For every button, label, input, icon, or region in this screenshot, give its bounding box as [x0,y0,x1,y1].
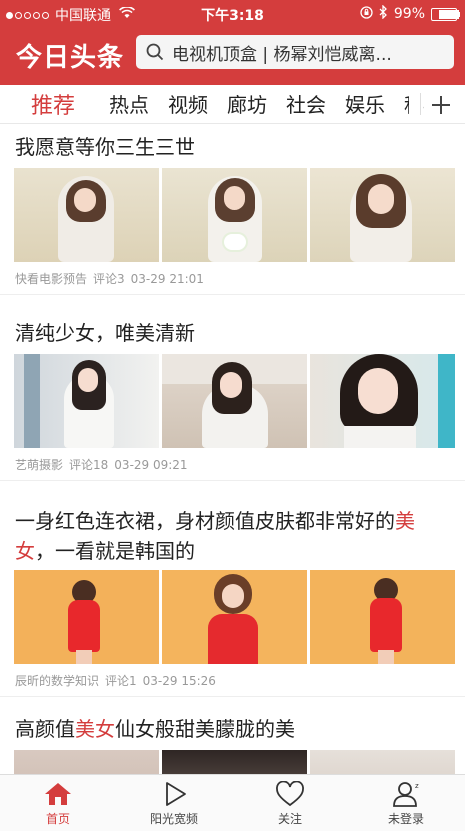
article-image [14,750,159,774]
user-icon: z [393,782,419,807]
article-comments: 评论1 [105,674,137,688]
category-tabs: 推荐 热点 视频 廊坊 社会 娱乐 科 [0,85,465,124]
article-image [162,750,307,774]
tab-hot[interactable]: 热点 [109,89,149,118]
photo-subject [344,426,416,448]
photo-bouquet [224,234,246,250]
photo-face [78,368,98,392]
photo-dress [68,600,100,652]
tab-langfang[interactable]: 廊坊 [227,89,267,118]
article-image [162,570,307,664]
article-image [310,750,455,774]
tabbar-label: 阳光宽频 [149,812,198,826]
article-images [14,750,455,774]
article-meta: 辰昕的数学知识 评论1 03-29 15:26 [15,672,222,689]
battery-icon [431,7,460,21]
article-source[interactable]: 辰昕的数学知识 [15,674,99,688]
article-title: 高颜值美女仙女般甜美朦胧的美 [15,714,453,744]
divider [0,294,465,295]
tab-separator [420,93,421,115]
heart-icon [276,781,304,807]
article-image [162,168,307,262]
tabbar-home[interactable]: 首页 [0,775,116,831]
search-hint: 电视机顶盒 | 杨幂刘恺威离... [172,44,392,65]
search-bar[interactable]: 电视机顶盒 | 杨幂刘恺威离... [136,35,454,69]
photo-face [74,188,96,212]
tabbar-profile[interactable]: z 未登录 [348,775,464,831]
app-header: 中国联通 下午3:18 99% 今日头条 电视机顶盒 | 杨幂刘恺威离... [0,0,465,85]
article-title: 一身红色连衣裙，身材颜值皮肤都非常好的美女，一看就是韩国的 [15,506,453,566]
article-images [14,354,455,448]
article-time: 03-29 15:26 [142,674,216,688]
battery-percent: 99% [393,6,425,22]
article-title: 我愿意等你三生三世 [15,135,195,159]
add-category-icon[interactable] [431,87,451,122]
photo-face [368,184,394,214]
tabbar-video[interactable]: 阳光宽频 [116,775,232,831]
title-highlight: 美女 [75,717,115,741]
title-text: 仙女般甜美朦胧的美 [115,717,295,741]
play-icon [166,782,186,806]
article-image [14,570,159,664]
app-logo: 今日头条 [16,43,125,73]
article-image [162,354,307,448]
photo-curtain [438,354,455,448]
bottom-tab-bar: 首页 阳光宽频 关注 z 未登录 [0,774,465,831]
divider [0,696,465,697]
news-feed: 我愿意等你三生三世 快看电影预告 评论3 03-29 21:01 清纯少女，唯美… [0,124,465,774]
article-image [14,168,159,262]
home-icon [45,783,71,805]
article-comments: 评论3 [93,272,125,286]
photo-face [220,372,242,398]
article-meta: 艺萌摄影 评论18 03-29 09:21 [15,456,194,473]
tab-video[interactable]: 视频 [168,89,208,118]
photo-legs [378,650,394,664]
photo-face [358,368,398,414]
article-images [14,570,455,664]
photo-legs [76,650,92,664]
tabbar-label: 未登录 [387,812,424,826]
article-time: 03-29 21:01 [130,272,204,286]
tab-recommend[interactable]: 推荐 [31,88,75,120]
photo-face [224,186,245,210]
title-text: ，一看就是韩国的 [35,539,195,563]
tab-society[interactable]: 社会 [286,89,326,118]
article-title: 清纯少女，唯美清新 [15,321,195,345]
article-source[interactable]: 快看电影预告 [15,272,87,286]
status-bar: 中国联通 下午3:18 99% [0,0,465,26]
battery-fill [439,9,459,19]
tabbar-follow[interactable]: 关注 [232,775,348,831]
orientation-lock-icon [360,5,373,23]
article-image [310,570,455,664]
article-time: 03-29 09:21 [114,458,188,472]
article-meta: 快看电影预告 评论3 03-29 21:01 [15,270,210,287]
tabbar-label: 首页 [45,812,70,826]
bluetooth-icon [379,4,388,23]
article-comments: 评论18 [69,458,109,472]
svg-text:z: z [415,782,419,790]
title-text: 一身红色连衣裙，身材颜值皮肤都非常好的 [15,509,395,533]
article-image [14,354,159,448]
status-right: 99% [354,4,460,23]
tab-entertainment[interactable]: 娱乐 [345,89,385,118]
article-source[interactable]: 艺萌摄影 [15,458,63,472]
article-image [310,168,455,262]
article-images [14,168,455,262]
article-image [310,354,455,448]
photo-face [222,584,244,608]
photo-window [24,354,40,448]
search-icon [146,43,164,61]
photo-dress [208,614,258,664]
tabbar-label: 关注 [277,812,302,826]
divider [0,480,465,481]
title-text: 高颜值 [15,717,75,741]
photo-dress [370,598,402,652]
